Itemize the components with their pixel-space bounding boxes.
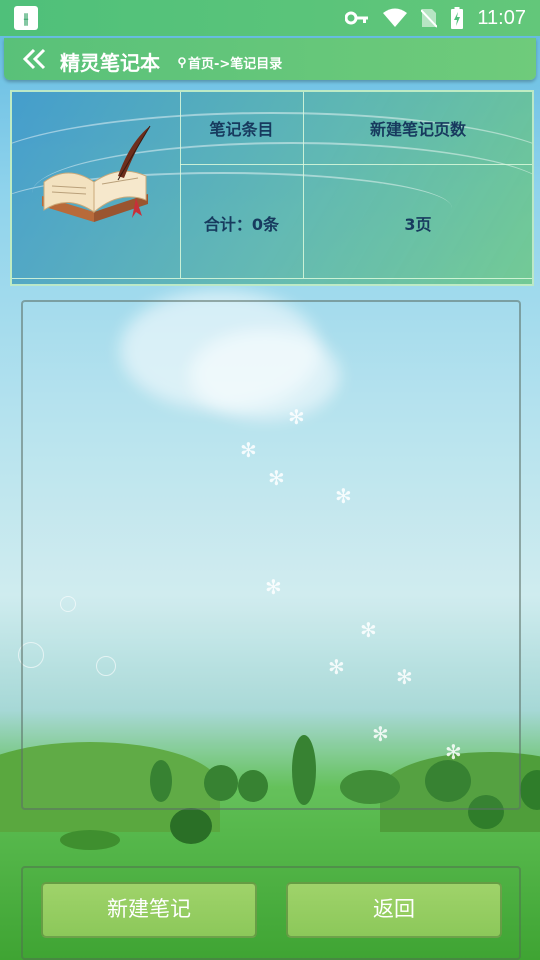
new-pages-value: 3页 (404, 215, 432, 234)
new-pages-header: 新建笔记页数 (369, 120, 466, 139)
clock-text: 11:07 (477, 6, 526, 29)
breadcrumb: 首页->笔记目录 (178, 53, 282, 72)
battery-icon (451, 7, 464, 29)
new-note-button[interactable]: 新建笔记 (41, 882, 257, 938)
key-icon (345, 11, 369, 25)
back-button[interactable]: 返回 (286, 882, 502, 938)
note-count-value: 合计：0条 (203, 215, 280, 234)
double-chevron-left-icon (22, 48, 46, 70)
status-icons: 11:07 (345, 0, 526, 36)
breadcrumb-text: 首页->笔记目录 (188, 57, 283, 72)
status-bar: ⫲ 11:07 (0, 0, 540, 36)
app-notification-icon: ⫲ (14, 6, 38, 30)
book-image-cell (12, 92, 181, 278)
open-book-quill-icon (42, 125, 151, 222)
app-header: 精灵笔记本 首页->笔记目录 (4, 38, 536, 80)
note-summary-table: 笔记条目 新建笔记页数 合计：0条 3页 (10, 90, 534, 286)
row-divider (180, 164, 532, 165)
page-title: 精灵笔记本 (60, 51, 160, 75)
note-count-header: 笔记条目 (209, 120, 274, 139)
table-bottom-border (12, 278, 532, 279)
wifi-icon (383, 8, 408, 28)
location-pin-icon (178, 57, 186, 68)
back-arrow-button[interactable] (22, 48, 50, 70)
no-sim-icon (421, 8, 438, 28)
notes-list-panel[interactable] (21, 300, 521, 810)
